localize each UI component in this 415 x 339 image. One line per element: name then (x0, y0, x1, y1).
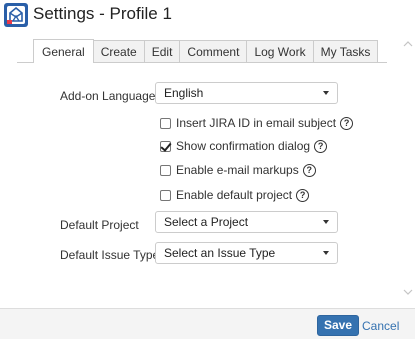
language-select-value: English (164, 86, 204, 100)
insert-jira-id-checkbox[interactable] (160, 117, 171, 129)
option-email-markups[interactable]: Enable e-mail markups ? (160, 162, 316, 178)
scroll-down-icon[interactable] (401, 285, 415, 299)
option-default-project[interactable]: Enable default project ? (160, 187, 310, 203)
chevron-down-icon (323, 91, 329, 95)
tab-edit[interactable]: Edit (143, 40, 181, 62)
option-insert-jira-id[interactable]: Insert JIRA ID in email subject ? (160, 115, 354, 131)
default-project-select[interactable]: Select a Project (155, 211, 338, 233)
help-icon[interactable]: ? (314, 139, 328, 153)
option-show-confirmation[interactable]: Show confirmation dialog ? (160, 138, 328, 154)
show-confirmation-checkbox[interactable] (160, 140, 171, 152)
tab-general[interactable]: General (33, 39, 94, 63)
tab-log-work[interactable]: Log Work (246, 40, 314, 62)
email-markups-label: Enable e-mail markups (176, 163, 299, 177)
chevron-down-icon (323, 251, 329, 255)
default-issue-type-label: Default Issue Type (60, 248, 160, 262)
email-markups-checkbox[interactable] (160, 164, 171, 176)
default-project-select-value: Select a Project (164, 215, 249, 229)
language-select[interactable]: English (155, 82, 338, 104)
default-issue-type-select[interactable]: Select an Issue Type (155, 242, 338, 264)
default-project-checkbox[interactable] (160, 189, 171, 201)
vertical-scrollbar[interactable] (401, 33, 415, 308)
chevron-down-icon (323, 220, 329, 224)
save-button[interactable]: Save (317, 315, 359, 336)
dialog-footer: Save Cancel (0, 308, 415, 339)
default-issue-type-select-value: Select an Issue Type (164, 246, 276, 260)
language-label: Add-on Language (60, 89, 156, 103)
window-title: Settings - Profile 1 (33, 4, 172, 23)
show-confirmation-label: Show confirmation dialog (176, 139, 311, 153)
tab-my-tasks[interactable]: My Tasks (312, 40, 379, 62)
help-icon[interactable]: ? (302, 163, 316, 177)
tab-comment[interactable]: Comment (179, 40, 248, 62)
tab-create[interactable]: Create (92, 40, 145, 62)
tab-bar: General Create Edit Comment Log Work My … (17, 39, 387, 63)
insert-jira-id-label: Insert JIRA ID in email subject (176, 116, 337, 130)
default-project-label: Default Project (60, 218, 139, 232)
scroll-up-icon[interactable] (401, 37, 415, 51)
cancel-link[interactable]: Cancel (362, 319, 399, 333)
default-project-checkbox-label: Enable default project (176, 188, 293, 202)
help-icon[interactable]: ? (340, 116, 354, 130)
settings-panel: General Create Edit Comment Log Work My … (0, 33, 415, 308)
app-logo-icon (4, 3, 28, 27)
help-icon[interactable]: ? (296, 188, 310, 202)
